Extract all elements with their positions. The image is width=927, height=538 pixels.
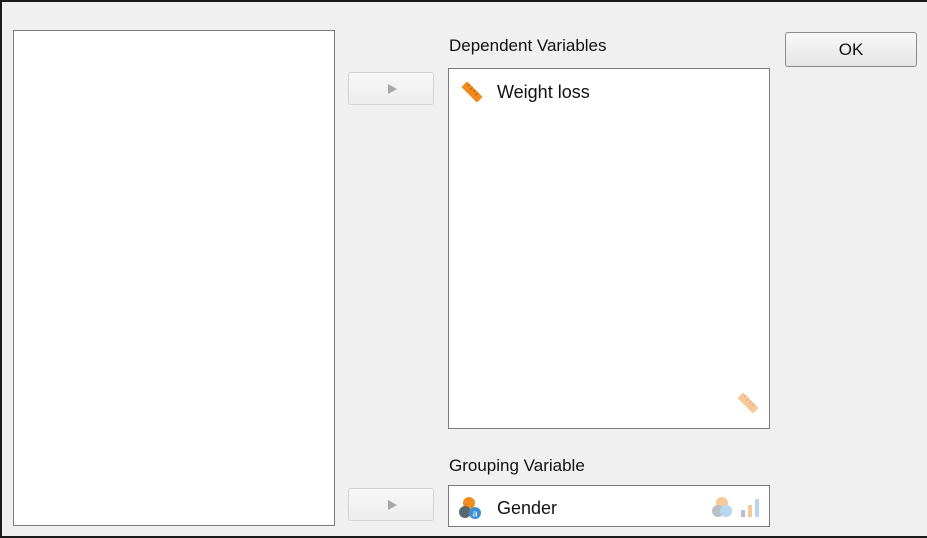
grouping-variable-box[interactable]: a Gender [448,485,770,527]
variable-name: Gender [497,497,558,518]
arrow-right-icon [387,83,397,94]
move-to-grouping-button[interactable] [348,488,434,521]
source-variable-list[interactable] [13,30,335,526]
arrow-right-icon [387,499,397,510]
list-item[interactable]: Weight loss [459,79,590,105]
list-item[interactable]: a Gender [459,496,557,520]
nominal-text-icon: a [459,496,485,520]
move-to-dependent-button[interactable] [348,72,434,105]
dependent-variables-label: Dependent Variables [449,36,607,55]
ordinal-icon [739,496,761,522]
dialog-panel: Dependent Variables Weight loss Grouping… [0,0,927,538]
dependent-variables-list[interactable]: Weight loss [448,68,770,429]
variable-name: Weight loss [497,81,590,102]
ruler-icon [459,79,485,105]
grouping-variable-label: Grouping Variable [449,456,585,475]
nominal-icon [711,496,735,522]
scale-type-ruler-icon [735,390,761,420]
allowed-types-hint [711,496,761,522]
svg-text:a: a [472,510,478,520]
ok-button[interactable]: OK [785,32,917,67]
